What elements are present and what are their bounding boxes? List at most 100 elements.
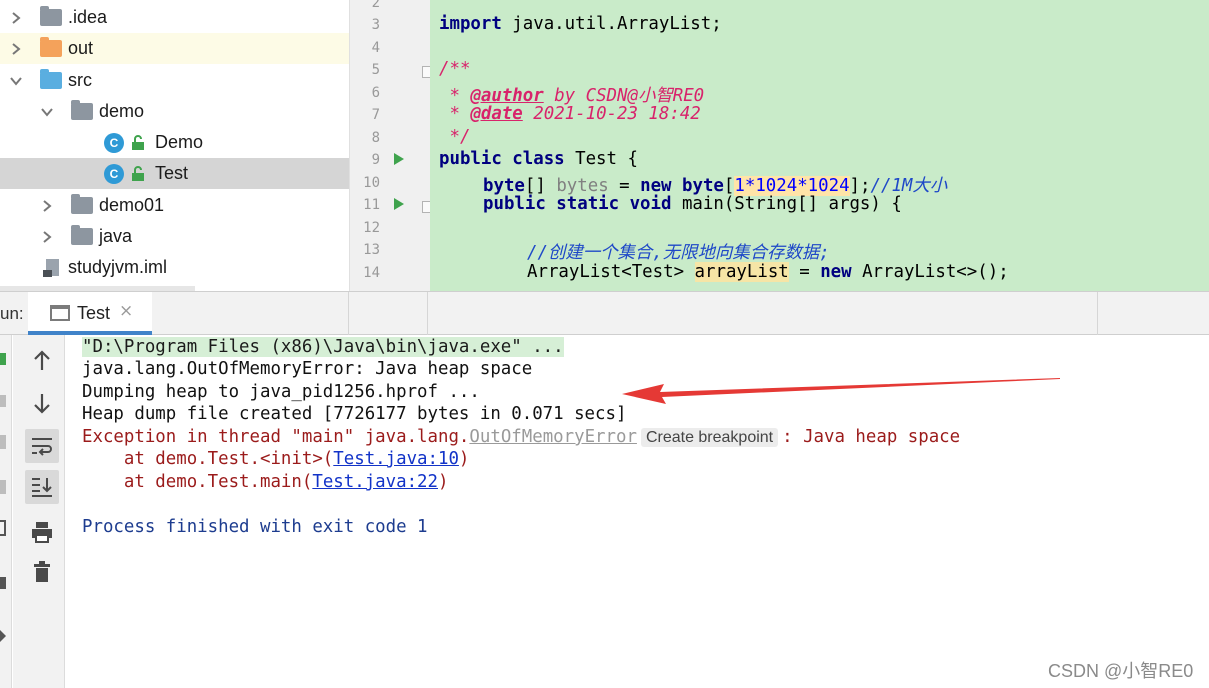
line-number: 2 xyxy=(371,0,380,11)
error-text: : Java heap space xyxy=(782,427,961,447)
console-line-stack: at demo.Test.<init>(Test.java:10) xyxy=(82,449,470,469)
code-text: * xyxy=(439,86,471,106)
trash-icon[interactable] xyxy=(25,555,59,589)
code-text: * xyxy=(439,104,471,124)
chevron-right-icon[interactable] xyxy=(9,11,23,25)
stop-icon[interactable] xyxy=(0,395,6,407)
layout-icon[interactable] xyxy=(0,520,6,536)
run-main-icon[interactable] xyxy=(394,198,404,210)
code-line-3: import java.util.ArrayList; xyxy=(439,14,722,34)
code-text: [] xyxy=(524,176,557,196)
console-line-stack: at demo.Test.main(Test.java:22) xyxy=(82,472,449,492)
code-text: java.util.ArrayList; xyxy=(501,14,722,34)
command-line[interactable]: "D:\Program Files (x86)\Java\bin\java.ex… xyxy=(82,337,564,357)
project-tree: .idea out src demo C Demo C Test demo01 … xyxy=(0,0,349,291)
tree-item-demo-class[interactable]: C Demo xyxy=(0,127,349,158)
console-line: java.lang.OutOfMemoryError: Java heap sp… xyxy=(82,359,533,379)
settings-icon[interactable] xyxy=(0,577,6,589)
chevron-down-icon[interactable] xyxy=(40,105,54,119)
keyword: byte xyxy=(682,176,724,196)
line-number: 9 xyxy=(371,152,380,168)
line-number: 7 xyxy=(371,107,380,123)
tree-item-studyjvm-iml[interactable]: studyjvm.iml xyxy=(0,252,349,283)
error-text: at demo.Test.<init>( xyxy=(82,449,334,469)
unused-field: bytes xyxy=(556,176,609,196)
pin-icon[interactable] xyxy=(0,480,6,494)
chevron-right-icon[interactable] xyxy=(40,199,54,213)
tree-item-java[interactable]: java xyxy=(0,221,349,252)
lock-icon xyxy=(132,166,144,181)
run-tool-window-header: un: Test × xyxy=(0,291,1209,336)
line-number: 6 xyxy=(371,85,380,101)
line-number: 11 xyxy=(363,197,380,213)
console-line-exception: Exception in thread "main" java.lang.Out… xyxy=(82,427,960,447)
class-icon: C xyxy=(104,164,124,184)
code-text: = xyxy=(608,176,641,196)
tree-item-label: java xyxy=(99,226,133,246)
tab-test[interactable]: Test × xyxy=(28,292,152,335)
console-line: Dumping heap to java_pid1256.hprof ... xyxy=(82,382,480,402)
source-folder-icon xyxy=(40,69,62,90)
chevron-down-icon[interactable] xyxy=(9,74,23,88)
rerun-icon[interactable] xyxy=(0,353,6,365)
console-window-icon xyxy=(50,305,70,321)
line-number: 14 xyxy=(363,265,380,281)
keyword: new xyxy=(820,262,852,282)
source-link[interactable]: Test.java:22 xyxy=(312,472,438,492)
tree-item-label: Demo xyxy=(155,132,204,152)
module-file-icon xyxy=(43,259,59,277)
keyword: import xyxy=(439,14,502,34)
tree-item-label: studyjvm.iml xyxy=(68,257,168,277)
error-text: ) xyxy=(458,449,470,469)
tree-item-label: demo xyxy=(99,101,145,121)
code-line-13: //创建一个集合,无限地向集合存数据; xyxy=(527,243,830,263)
expand-icon[interactable] xyxy=(0,630,6,642)
tab-label: Test xyxy=(77,303,111,323)
scroll-to-end-icon[interactable] xyxy=(25,470,59,504)
soft-wrap-icon[interactable] xyxy=(25,429,59,463)
tree-item-demo[interactable]: demo xyxy=(0,96,349,127)
code-text: main(String[] args) { xyxy=(671,194,902,214)
highlighted-variable: arrayList xyxy=(694,262,789,282)
create-breakpoint-button[interactable]: Create breakpoint xyxy=(640,428,779,447)
source-link[interactable]: Test.java:10 xyxy=(333,449,459,469)
chevron-right-icon[interactable] xyxy=(9,42,23,56)
package-icon xyxy=(71,194,93,215)
tree-item-label: demo01 xyxy=(99,195,165,215)
tree-item-demo01[interactable]: demo01 xyxy=(0,190,349,221)
tree-item-label: src xyxy=(68,70,92,90)
header-divider xyxy=(1097,292,1098,336)
keyword: new xyxy=(640,176,672,196)
tree-item-test-class[interactable]: C Test xyxy=(0,158,349,189)
up-arrow-icon[interactable] xyxy=(25,344,59,378)
tree-item-out[interactable]: out xyxy=(0,33,349,64)
code-line-14: ArrayList<Test> arrayList = new ArrayLis… xyxy=(527,262,1009,282)
restore-layout-icon[interactable] xyxy=(0,435,6,449)
exception-class-link[interactable]: OutOfMemoryError xyxy=(469,427,637,447)
down-arrow-icon[interactable] xyxy=(25,386,59,420)
number-literal: 1*1024*1024 xyxy=(734,176,850,196)
chevron-right-icon[interactable] xyxy=(40,230,54,244)
code-text: = xyxy=(788,262,821,282)
code-editor[interactable]: 2 3 4 5 6 7 8 9 10 11 12 13 14 import ja… xyxy=(349,0,1209,291)
run-class-icon[interactable] xyxy=(394,153,404,165)
line-number: 13 xyxy=(363,242,380,258)
run-label: un: xyxy=(0,304,24,323)
code-text: by CSDN@小智RE0 xyxy=(543,86,705,106)
folder-icon xyxy=(40,37,62,58)
keyword: public class xyxy=(439,149,565,169)
error-text: Exception in thread "main" java.lang. xyxy=(82,427,470,447)
code-line-8: */ xyxy=(439,127,471,147)
code-text: 2021-10-23 18:42 xyxy=(522,104,701,124)
tree-item-src[interactable]: src xyxy=(0,65,349,96)
close-icon[interactable]: × xyxy=(119,301,133,321)
error-text: at demo.Test.main( xyxy=(82,472,313,492)
code-line-9: public class Test { xyxy=(439,149,638,169)
code-text: ArrayList<>(); xyxy=(851,262,1009,282)
line-number: 10 xyxy=(363,175,380,191)
tree-item-idea[interactable]: .idea xyxy=(0,2,349,33)
print-icon[interactable] xyxy=(25,515,59,549)
lock-icon xyxy=(132,135,144,150)
watermark: CSDN @小智RE0 xyxy=(1048,661,1194,681)
